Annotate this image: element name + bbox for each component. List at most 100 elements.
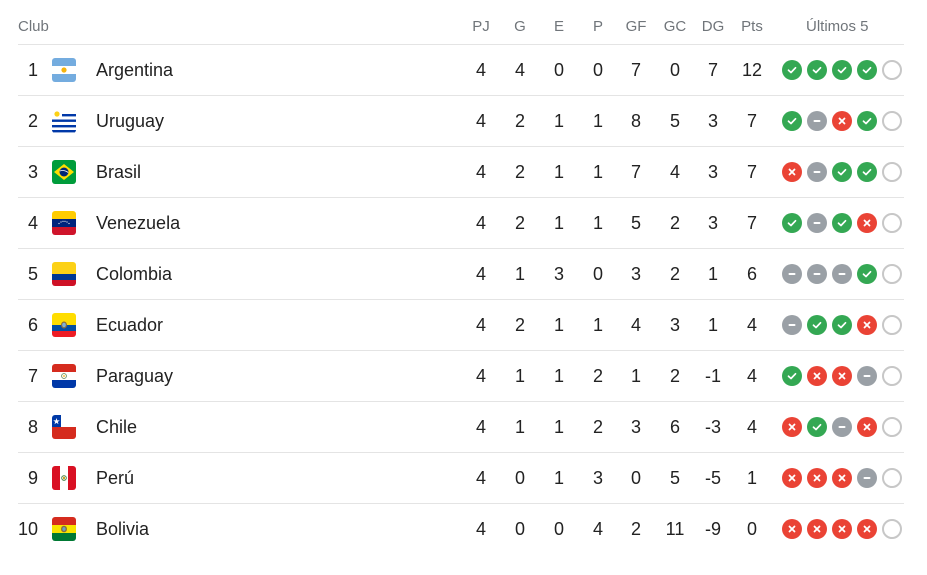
team-name[interactable]: Paraguay [96,366,173,387]
stat-e: 0 [553,519,564,539]
loss-icon[interactable] [832,519,852,539]
team-name[interactable]: Uruguay [96,111,164,132]
brazil-flag-icon [52,160,76,184]
upcoming-match-icon[interactable] [882,519,902,539]
peru-flag-icon [52,466,76,490]
loss-icon[interactable] [807,366,827,386]
stat-e: 1 [553,366,564,386]
win-icon[interactable] [832,60,852,80]
draw-icon[interactable] [857,468,877,488]
stat-g: 1 [514,366,525,386]
stat-pts: 7 [746,162,757,182]
team-name[interactable]: Colombia [96,264,172,285]
draw-icon[interactable] [832,264,852,284]
loss-icon[interactable] [807,519,827,539]
loss-icon[interactable] [782,519,802,539]
loss-icon[interactable] [832,111,852,131]
table-row[interactable]: 5 Colombia 4 1 3 0 3 2 1 6 [18,249,904,300]
stat-dg: -5 [704,468,721,488]
draw-icon[interactable] [807,111,827,131]
upcoming-match-icon[interactable] [882,417,902,437]
win-icon[interactable] [782,60,802,80]
stat-g: 0 [514,519,525,539]
loss-icon[interactable] [782,417,802,437]
win-icon[interactable] [857,60,877,80]
loss-icon[interactable] [782,162,802,182]
table-row[interactable]: 7 Paraguay 4 1 1 2 1 2 -1 4 [18,351,904,402]
argentina-flag-icon [52,58,76,82]
stat-gc: 3 [669,315,680,335]
table-row[interactable]: 4 Venezuela 4 2 1 1 5 2 3 7 [18,198,904,249]
loss-icon[interactable] [832,468,852,488]
stat-e: 3 [553,264,564,284]
upcoming-match-icon[interactable] [882,162,902,182]
rank: 5 [27,264,38,284]
team-name[interactable]: Chile [96,417,137,438]
last-5-form [782,264,902,284]
win-icon[interactable] [857,264,877,284]
win-icon[interactable] [807,60,827,80]
stat-e: 1 [553,162,564,182]
loss-icon[interactable] [857,519,877,539]
last-5-form [782,213,902,233]
team-name[interactable]: Venezuela [96,213,180,234]
team-name[interactable]: Perú [96,468,134,489]
win-icon[interactable] [782,213,802,233]
loss-icon[interactable] [782,468,802,488]
team-name[interactable]: Argentina [96,60,173,81]
table-row[interactable]: 9 Perú 4 0 1 3 0 5 -5 1 [18,453,904,504]
upcoming-match-icon[interactable] [882,60,902,80]
draw-icon[interactable] [807,264,827,284]
win-icon[interactable] [832,162,852,182]
table-row[interactable]: 2 Uruguay 4 2 1 1 8 5 3 7 [18,96,904,147]
header-last5: Últimos 5 [806,18,869,35]
win-icon[interactable] [832,213,852,233]
upcoming-match-icon[interactable] [882,315,902,335]
upcoming-match-icon[interactable] [882,213,902,233]
draw-icon[interactable] [782,315,802,335]
loss-icon[interactable] [807,468,827,488]
stat-e: 1 [553,315,564,335]
win-icon[interactable] [807,315,827,335]
table-row[interactable]: 6 Ecuador 4 2 1 1 4 3 1 4 [18,300,904,351]
loss-icon[interactable] [857,315,877,335]
win-icon[interactable] [782,111,802,131]
draw-icon[interactable] [857,366,877,386]
win-icon[interactable] [782,366,802,386]
stat-gf: 8 [630,111,641,131]
stat-gc: 6 [669,417,680,437]
loss-icon[interactable] [832,366,852,386]
rank: 10 [17,519,38,539]
win-icon[interactable] [807,417,827,437]
table-row[interactable]: 8 Chile 4 1 1 2 3 6 -3 4 [18,402,904,453]
stat-gf: 0 [630,468,641,488]
stat-p: 1 [592,315,603,335]
stat-pts: 7 [746,213,757,233]
stat-pts: 6 [746,264,757,284]
win-icon[interactable] [857,162,877,182]
draw-icon[interactable] [832,417,852,437]
upcoming-match-icon[interactable] [882,264,902,284]
standings-table: Club PJ G E P GF GC DG Pts Últimos 5 1 Ar… [18,0,904,554]
table-row[interactable]: 10 Bolivia 4 0 0 4 2 11 -9 0 [18,504,904,554]
team-name[interactable]: Brasil [96,162,141,183]
stat-e: 0 [553,60,564,80]
table-row[interactable]: 1 Argentina 4 4 0 0 7 0 7 12 [18,45,904,96]
team-name[interactable]: Ecuador [96,315,163,336]
upcoming-match-icon[interactable] [882,111,902,131]
venezuela-flag-icon [52,211,76,235]
stat-e: 1 [553,468,564,488]
draw-icon[interactable] [782,264,802,284]
win-icon[interactable] [857,111,877,131]
upcoming-match-icon[interactable] [882,366,902,386]
upcoming-match-icon[interactable] [882,468,902,488]
team-name[interactable]: Bolivia [96,519,149,540]
draw-icon[interactable] [807,213,827,233]
table-row[interactable]: 3 Brasil 4 2 1 1 7 4 3 7 [18,147,904,198]
loss-icon[interactable] [857,213,877,233]
draw-icon[interactable] [807,162,827,182]
loss-icon[interactable] [857,417,877,437]
stat-pts: 4 [746,315,757,335]
win-icon[interactable] [832,315,852,335]
stat-gf: 1 [630,366,641,386]
